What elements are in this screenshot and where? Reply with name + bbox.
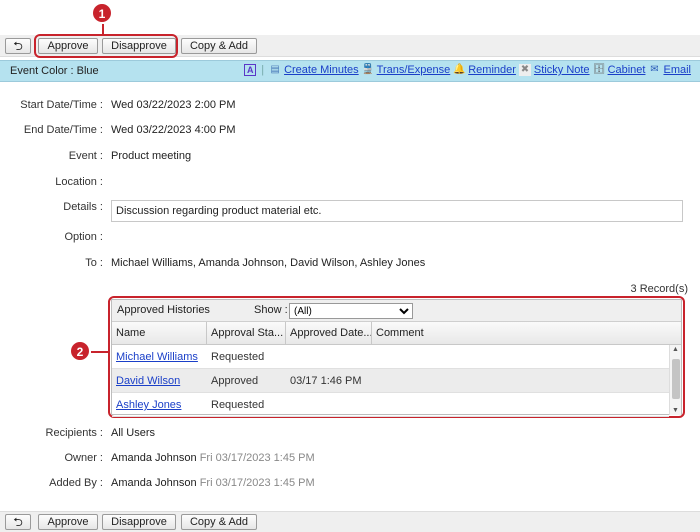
details-box: Discussion regarding product material et… (111, 200, 683, 222)
owner-time: Fri 03/17/2023 1:45 PM (199, 452, 315, 464)
row-name: Ashley Jones (112, 393, 181, 417)
table-row: Ashley Jones Requested (112, 393, 669, 417)
user-link[interactable]: David Wilson (116, 375, 180, 387)
callout-2-badge: 2 (70, 341, 90, 361)
start-datetime-value: Wed 03/22/2023 2:00 PM (111, 99, 236, 111)
copy-add-button[interactable]: Copy & Add (181, 38, 257, 54)
option-label: Option : (64, 231, 103, 243)
histories-scrollbar[interactable]: ▲ ▼ (669, 345, 681, 415)
event-label: Event : (68, 150, 103, 162)
event-color-label: Event Color : Blue (10, 65, 99, 77)
event-links: A | ▤ Create Minutes 🚆 Trans/Expense 🔔 R… (244, 64, 691, 76)
recipients-value: All Users (111, 427, 156, 439)
minutes-icon: ▤ (270, 64, 280, 75)
location-label: Location : (55, 176, 103, 188)
col-approved-date[interactable]: Approved Date... (286, 322, 372, 344)
show-label: Show : (254, 304, 288, 316)
end-datetime-value: Wed 03/22/2023 4:00 PM (111, 124, 236, 136)
event-value: Product meeting (111, 150, 192, 162)
back-button-bottom[interactable]: ⮌ (5, 514, 31, 530)
copy-add-button-bottom[interactable]: Copy & Add (181, 514, 257, 530)
records-count: 3 Record(s) (630, 283, 688, 295)
start-datetime-label: Start Date/Time : (20, 99, 103, 111)
callout-2-connector (91, 351, 109, 353)
added-by-label: Added By : (49, 477, 103, 489)
create-minutes-link[interactable]: Create Minutes (284, 64, 359, 76)
scroll-up-icon[interactable]: ▲ (672, 346, 679, 353)
cabinet-link[interactable]: Cabinet (608, 64, 646, 76)
end-datetime-label: End Date/Time : (23, 124, 103, 136)
added-by-value: Amanda Johnson Fri 03/17/2023 1:45 PM (111, 477, 315, 489)
email-link[interactable]: Email (663, 64, 691, 76)
user-link[interactable]: Michael Williams (116, 351, 198, 363)
bottom-toolbar: ⮌ Approve Disapprove Copy & Add (0, 511, 700, 532)
row-status: Requested (211, 351, 265, 363)
owner-label: Owner : (64, 452, 103, 464)
row-name: Michael Williams (112, 345, 198, 369)
added-by-time: Fri 03/17/2023 1:45 PM (199, 477, 315, 489)
to-label: To : (85, 257, 103, 269)
train-icon: 🚆 (361, 64, 375, 75)
callout-1-badge: 1 (92, 3, 112, 23)
col-comment[interactable]: Comment (372, 322, 681, 344)
col-approval-status[interactable]: Approval Sta... (207, 322, 286, 344)
recipients-label: Recipients : (45, 427, 103, 439)
cabinet-icon: 🗄 (592, 64, 606, 75)
col-name[interactable]: Name (112, 322, 207, 344)
row-name: David Wilson (112, 369, 180, 393)
approve-button-bottom[interactable]: Approve (38, 514, 98, 530)
table-row: David Wilson Approved 03/17 1:46 PM (112, 369, 669, 393)
event-bar: Event Color : Blue A | ▤ Create Minutes … (0, 60, 700, 82)
histories-header: Approved Histories Show : (All) (112, 300, 681, 322)
owner-value: Amanda Johnson Fri 03/17/2023 1:45 PM (111, 452, 315, 464)
to-value: Michael Williams, Amanda Johnson, David … (111, 257, 426, 269)
details-label: Details : (63, 201, 103, 213)
histories-title: Approved Histories (117, 304, 210, 316)
histories-column-headers: Name Approval Sta... Approved Date... Co… (112, 322, 681, 345)
sticky-note-link[interactable]: Sticky Note (534, 64, 590, 76)
show-filter-select[interactable]: (All) (289, 303, 413, 319)
callout-1-highlight (34, 34, 178, 58)
row-status: Approved (211, 375, 259, 387)
row-date: 03/17 1:46 PM (290, 375, 362, 387)
scroll-thumb[interactable] (672, 359, 680, 399)
disapprove-button-bottom[interactable]: Disapprove (102, 514, 176, 530)
scroll-down-icon[interactable]: ▼ (672, 407, 679, 414)
user-link[interactable]: Ashley Jones (116, 399, 181, 411)
approved-histories-panel: Approved Histories Show : (All) Name App… (111, 299, 682, 417)
callout-1-connector (102, 24, 104, 35)
table-row: Michael Williams Requested (112, 345, 669, 369)
divider: | (261, 64, 265, 76)
reminder-link[interactable]: Reminder (468, 64, 516, 76)
font-size-icon[interactable]: A (244, 64, 257, 76)
back-button[interactable]: ⮌ (5, 38, 31, 54)
mail-icon: ✉ (650, 64, 659, 75)
row-status: Requested (211, 399, 265, 411)
sticky-note-icon: ✖ (518, 64, 531, 76)
trans-expense-link[interactable]: Trans/Expense (377, 64, 451, 76)
bell-icon: 🔔 (453, 64, 466, 75)
